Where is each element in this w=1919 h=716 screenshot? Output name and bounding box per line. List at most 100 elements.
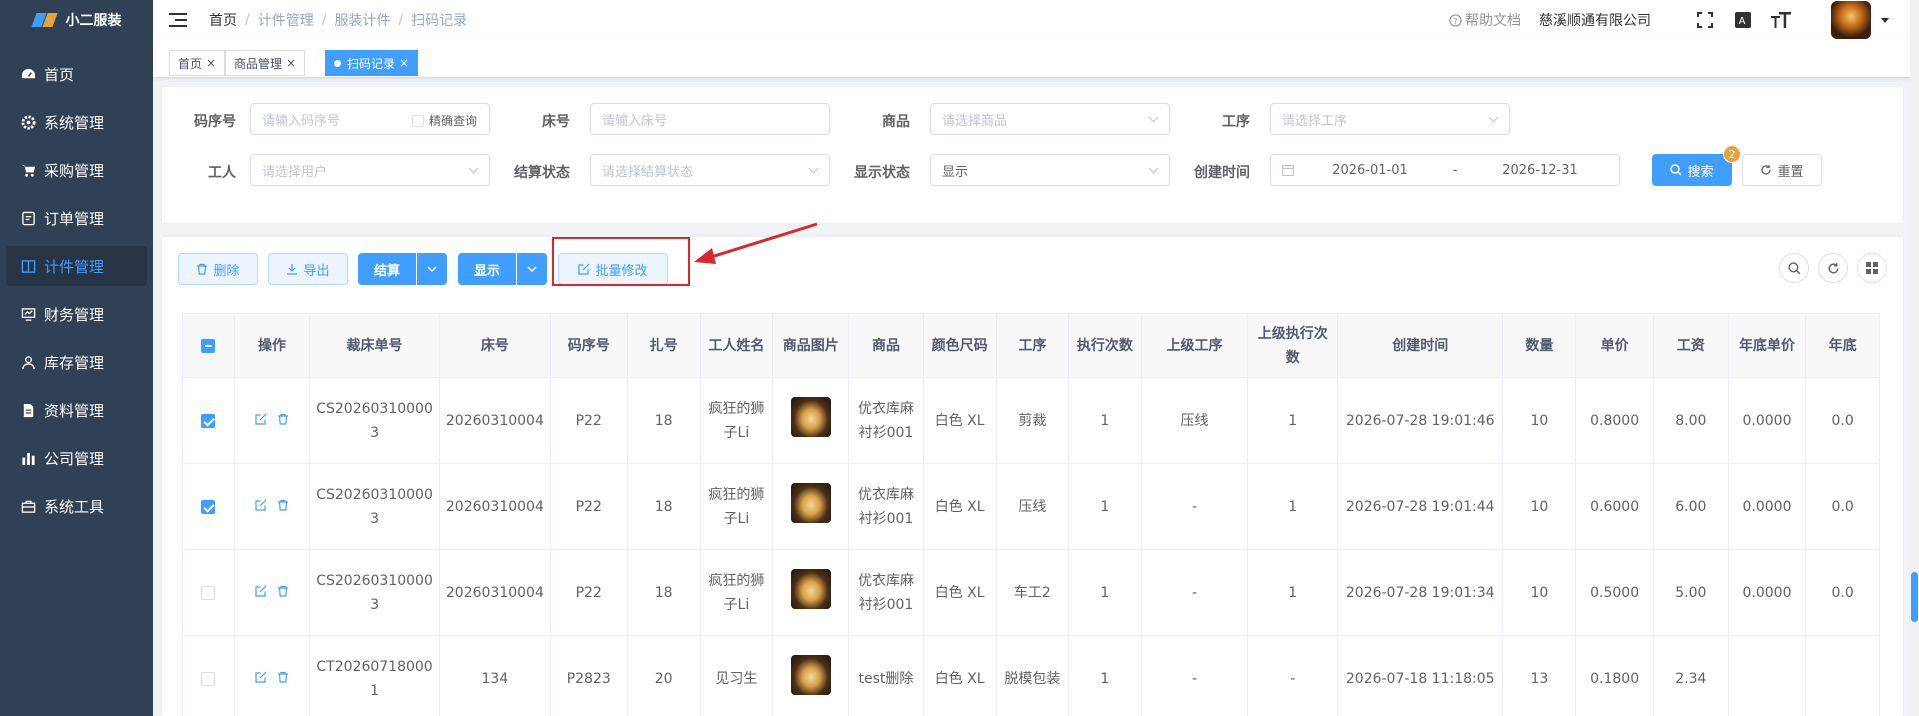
sidebar-item-1[interactable]: 系统管理 (6, 102, 147, 142)
highlight-box (552, 237, 690, 286)
delete-button[interactable]: 删除 (178, 253, 258, 285)
edit-icon[interactable] (255, 671, 267, 683)
logo-icon (32, 12, 58, 28)
sidebar-item-label: 计件管理 (44, 257, 105, 276)
cell-bundle: 18 (626, 377, 701, 464)
row-checkbox[interactable] (201, 585, 216, 600)
sidebar-item-2[interactable]: 采购管理 (6, 150, 147, 190)
col-header: 上级执行次数 (1247, 313, 1339, 378)
table-row[interactable]: CS20260310000 3 20260310004 P22 18 疯狂的狮子Li 优衣… (182, 549, 1880, 636)
tag-product-management[interactable]: 商品管理 × (225, 50, 306, 76)
settle-button[interactable]: 结算 (358, 253, 416, 285)
top-navbar: 首页 / 计件管理 / 服装计件 / 扫码记录 ? 帮助文档 慈溪顺通有限公司 … (153, 0, 1919, 40)
scrollbar-thumb[interactable] (1911, 572, 1918, 622)
chevron-down-icon[interactable] (1881, 17, 1889, 23)
cell-price: 0.8000 (1575, 377, 1654, 464)
close-icon[interactable]: × (399, 56, 409, 70)
display-dropdown-button[interactable] (517, 253, 547, 285)
cell-process: 压线 (995, 463, 1070, 550)
date-start[interactable]: 2026-01-01 (1320, 163, 1420, 178)
columns-button[interactable] (1857, 253, 1887, 283)
trash-icon[interactable] (277, 413, 289, 425)
toggle-search-button[interactable] (1779, 253, 1809, 283)
trash-icon (197, 263, 208, 275)
refresh-icon (1827, 262, 1839, 273)
select-all-cell[interactable] (182, 313, 235, 378)
help-docs-link[interactable]: ? 帮助文档 (1449, 10, 1521, 30)
table-header-row: 操作 裁床单号 床号 码序号 扎号 工人姓名 商品图片 商品 颜色尺码 工序 执… (182, 313, 1880, 378)
product-thumbnail[interactable] (790, 482, 831, 523)
select-all-checkbox[interactable] (201, 338, 216, 353)
row-checkbox[interactable] (201, 671, 216, 686)
product-thumbnail[interactable] (790, 396, 831, 437)
row-actions (233, 463, 311, 550)
display-button[interactable]: 显示 (458, 253, 516, 285)
table-row[interactable]: CS20260310000 3 20260310004 P22 18 疯狂的狮子Li 优衣… (182, 377, 1880, 464)
cell-bed: 20260310004 (438, 377, 551, 464)
company-name[interactable]: 慈溪顺通有限公司 (1539, 10, 1651, 30)
code-placeholder: 请输入码序号 (262, 113, 341, 129)
font-size-icon[interactable] (1771, 10, 1791, 30)
sidebar-item-6[interactable]: 库存管理 (6, 342, 147, 382)
tag-scan-records[interactable]: 扫码记录 × (325, 50, 419, 76)
product-select[interactable]: 请选择商品 (930, 103, 1170, 135)
sidebar-item-3[interactable]: 订单管理 (6, 198, 147, 238)
bed-input[interactable]: 请输入床号 (590, 103, 830, 135)
date-end[interactable]: 2026-12-31 (1490, 163, 1590, 178)
refresh-button[interactable] (1818, 253, 1848, 283)
sidebar-item-8[interactable]: 公司管理 (6, 438, 147, 478)
settle-status-select[interactable]: 请选择结算状态 (590, 154, 830, 186)
row-select-cell[interactable] (182, 549, 235, 636)
cell-product: 优衣库麻衬衫001 (848, 377, 924, 464)
page-scrollbar[interactable] (1910, 0, 1919, 716)
hamburger-icon[interactable] (169, 13, 187, 27)
product-thumbnail[interactable] (790, 654, 831, 695)
edit-icon[interactable] (255, 499, 267, 511)
fullscreen-icon[interactable] (1695, 10, 1715, 30)
table-wrapper: 操作 裁床单号 床号 码序号 扎号 工人姓名 商品图片 商品 颜色尺码 工序 执… (182, 313, 1880, 716)
product-thumbnail[interactable] (790, 568, 831, 609)
sidebar-item-0[interactable]: 首页 (6, 54, 147, 94)
edit-icon[interactable] (255, 585, 267, 597)
table-row[interactable]: CS20260310000 3 20260310004 P22 18 疯狂的狮子Li 优衣… (182, 463, 1880, 550)
search-form: 码序号 请输入码序号 精确查询 床号 请输入床号 商品 请选择商品 工序 请选择… (161, 86, 1904, 224)
reset-button[interactable]: 重置 (1742, 154, 1822, 186)
export-button[interactable]: 导出 (268, 253, 348, 285)
worker-select[interactable]: 请选择用户 (250, 154, 490, 186)
trash-icon[interactable] (277, 671, 289, 683)
process-select[interactable]: 请选择工序 (1270, 103, 1510, 135)
settle-dropdown-button[interactable] (417, 253, 447, 285)
date-range-picker[interactable]: 2026-01-01 - 2026-12-31 (1270, 154, 1620, 186)
translate-icon[interactable]: A (1733, 10, 1753, 30)
cell-ye (1805, 635, 1880, 716)
exact-query-checkbox[interactable]: 精确查询 (412, 112, 477, 129)
edit-icon[interactable] (255, 413, 267, 425)
table-row[interactable]: CT20260718000 1 134 P2823 20 见习生 test删除 白色 XL 脱… (182, 635, 1880, 716)
close-icon[interactable]: × (206, 56, 216, 70)
sidebar-item-5[interactable]: 财务管理 (6, 294, 147, 334)
cell-worker: 疯狂的狮子Li (699, 463, 774, 550)
app-logo[interactable]: 小二服装 (0, 0, 153, 40)
row-checkbox[interactable] (201, 413, 216, 428)
display-status-select[interactable]: 显示 (930, 154, 1170, 186)
breadcrumb-item[interactable]: 首页 (209, 10, 237, 30)
cell-ye_price: 0.0000 (1727, 463, 1807, 550)
tag-home[interactable]: 首页 × (169, 50, 226, 76)
row-select-cell[interactable] (182, 463, 235, 550)
row-select-cell[interactable] (182, 377, 235, 464)
sidebar-item-7[interactable]: 资料管理 (6, 390, 147, 430)
cell-cut: CS20260310000 3 (309, 463, 440, 550)
sidebar-item-4[interactable]: 计件管理 (6, 246, 147, 286)
created-time-label: 创建时间 (1194, 165, 1250, 181)
code-input[interactable]: 请输入码序号 精确查询 (250, 103, 490, 135)
checkbox[interactable] (412, 114, 424, 127)
search-button[interactable]: 搜索 (1652, 154, 1732, 186)
row-checkbox[interactable] (201, 499, 216, 514)
close-icon[interactable]: × (286, 56, 296, 70)
trash-icon[interactable] (277, 499, 289, 511)
user-avatar[interactable] (1831, 1, 1871, 39)
sidebar-item-9[interactable]: 系统工具 (6, 486, 147, 526)
trash-icon[interactable] (277, 585, 289, 597)
row-select-cell[interactable] (182, 635, 235, 716)
settle-status-placeholder: 请选择结算状态 (602, 164, 694, 180)
